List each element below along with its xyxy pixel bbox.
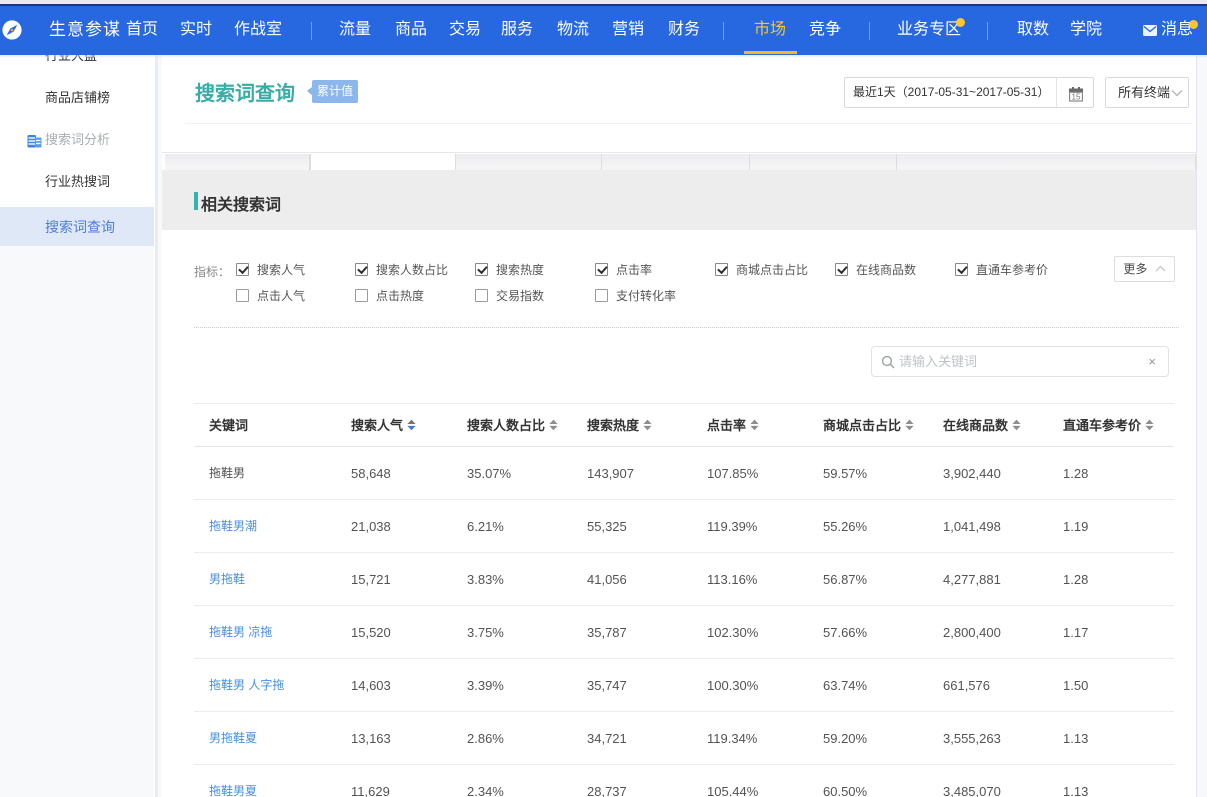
svg-text:15: 15	[1072, 93, 1081, 102]
